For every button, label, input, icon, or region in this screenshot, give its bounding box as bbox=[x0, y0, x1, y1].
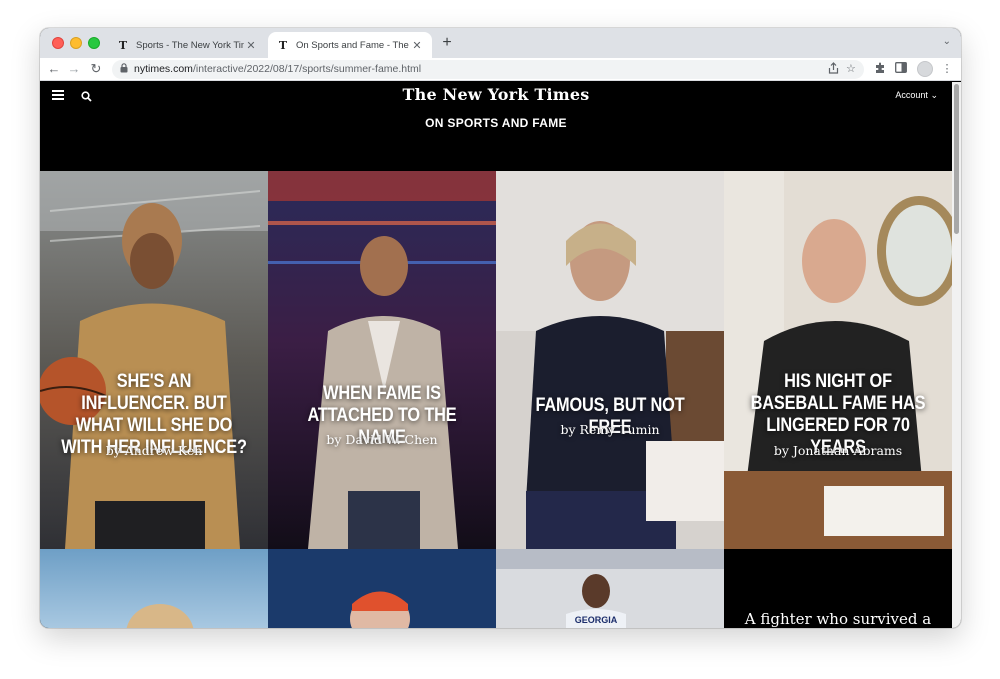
page-content: The New York Times Account ⌄ ON SPORTS A… bbox=[40, 82, 952, 628]
page-scrollbar[interactable] bbox=[952, 82, 961, 628]
athlete-photo bbox=[40, 549, 268, 628]
tab-title: On Sports and Fame - The New York Times bbox=[296, 39, 410, 51]
url-text: nytimes.com/interactive/2022/08/17/sport… bbox=[134, 63, 421, 75]
story-card-row2-3[interactable]: GEORGIA bbox=[496, 549, 724, 628]
story-teaser[interactable]: A fighter who survived a bbox=[724, 610, 952, 628]
story-byline: by Andrew Keh bbox=[105, 443, 203, 458]
minimize-window-button[interactable] bbox=[70, 37, 82, 49]
account-button[interactable]: Account ⌄ bbox=[895, 90, 938, 101]
story-card-row2-1[interactable] bbox=[40, 549, 268, 628]
jersey-text: GEORGIA bbox=[574, 615, 618, 625]
zoom-window-button[interactable] bbox=[88, 37, 100, 49]
reload-icon[interactable]: ↻ bbox=[88, 61, 104, 77]
profile-icon[interactable] bbox=[917, 61, 933, 77]
story-byline: by Remy Tumin bbox=[560, 422, 660, 437]
story-card-fame-name[interactable]: WHEN FAME IS ATTACHED TO THE NAME by Dav… bbox=[268, 171, 496, 549]
forward-icon[interactable]: → bbox=[66, 61, 82, 77]
scrollbar-thumb[interactable] bbox=[954, 84, 959, 234]
extensions-icon[interactable] bbox=[873, 62, 887, 76]
story-card-baseball-fame[interactable]: HIS NIGHT OF BASEBALL FAME HAS LINGERED … bbox=[724, 171, 952, 549]
story-card-famous-not-free[interactable]: FAMOUS, BUT NOT FREE by Remy Tumin bbox=[496, 171, 724, 549]
browser-window: T Sports - The New York Times ✕ T On Spo… bbox=[40, 28, 961, 628]
star-icon[interactable]: ☆ bbox=[846, 62, 856, 75]
url-path: /interactive/2022/08/17/sports/summer-fa… bbox=[192, 63, 422, 75]
url-host: nytimes.com bbox=[134, 63, 193, 75]
tab-strip: T Sports - The New York Times ✕ T On Spo… bbox=[40, 28, 961, 58]
story-byline: by David W. Chen bbox=[326, 432, 438, 447]
tab-search-chevron-icon[interactable]: ⌄ bbox=[943, 36, 951, 47]
portrait-photo bbox=[496, 171, 724, 549]
more-icon[interactable]: ⋮ bbox=[940, 62, 954, 76]
story-card-influencer[interactable]: SHE'S AN INFLUENCER. BUT WHAT WILL SHE D… bbox=[40, 171, 268, 549]
close-window-button[interactable] bbox=[52, 37, 64, 49]
nyt-favicon-icon: T bbox=[118, 38, 128, 52]
lock-icon bbox=[120, 63, 128, 75]
story-card-row2-2[interactable] bbox=[268, 549, 496, 628]
nyt-favicon-icon: T bbox=[278, 38, 288, 52]
back-icon[interactable]: ← bbox=[46, 61, 62, 77]
browser-toolbar: ← → ↻ nytimes.com/interactive/2022/08/17… bbox=[40, 58, 961, 81]
tab-sports-and-fame[interactable]: T On Sports and Fame - The New York Time… bbox=[268, 32, 432, 58]
sidebar-icon[interactable] bbox=[894, 62, 908, 76]
athlete-photo bbox=[268, 549, 496, 628]
story-card-row2-4[interactable]: A fighter who survived a bbox=[724, 549, 952, 628]
share-icon[interactable] bbox=[828, 62, 839, 77]
portrait-photo bbox=[268, 171, 496, 549]
tab-title: Sports - The New York Times bbox=[136, 39, 244, 51]
account-label: Account bbox=[895, 90, 928, 100]
chevron-down-icon: ⌄ bbox=[930, 90, 938, 100]
story-byline: by Jonathan Abrams bbox=[773, 443, 903, 458]
new-tab-button[interactable]: + bbox=[438, 34, 456, 52]
nyt-logo[interactable]: The New York Times bbox=[40, 85, 952, 104]
tab-close-icon[interactable]: ✕ bbox=[244, 39, 258, 52]
tab-close-icon[interactable]: ✕ bbox=[410, 39, 424, 52]
address-bar[interactable]: nytimes.com/interactive/2022/08/17/sport… bbox=[112, 60, 864, 79]
athlete-photo bbox=[40, 171, 268, 549]
tab-sports[interactable]: T Sports - The New York Times ✕ bbox=[108, 32, 266, 58]
section-title: ON SPORTS AND FAME bbox=[425, 116, 567, 130]
portrait-photo bbox=[724, 171, 952, 549]
